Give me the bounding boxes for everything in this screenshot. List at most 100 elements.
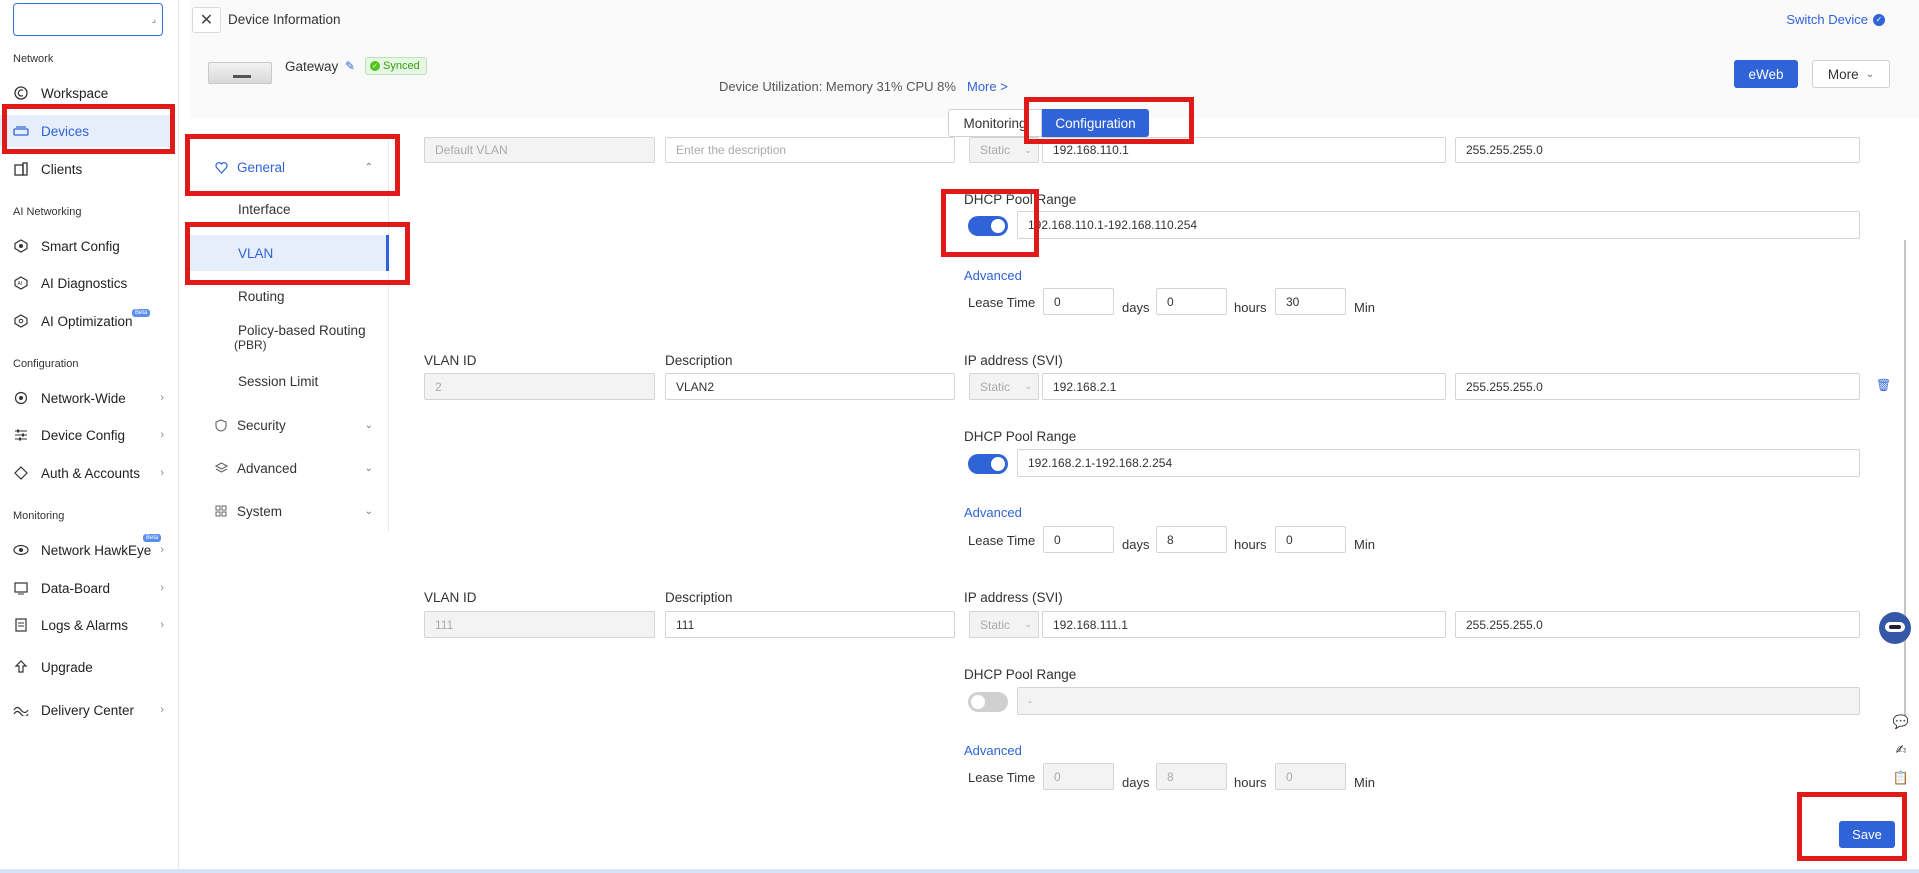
description-field[interactable]: 111 xyxy=(665,611,955,638)
dhcp-toggle[interactable] xyxy=(968,216,1008,236)
scrollbar[interactable] xyxy=(1904,240,1906,720)
description-field[interactable]: VLAN2 xyxy=(665,373,955,400)
switch-device-link[interactable]: Switch Device ✓ xyxy=(1786,12,1885,27)
feedback-icon[interactable]: ✍ xyxy=(1883,740,1919,760)
lease-min-field[interactable]: 30 xyxy=(1275,288,1346,315)
lease-days-field[interactable]: 0 xyxy=(1043,288,1114,315)
vlan-id-field[interactable]: 111 xyxy=(424,611,655,638)
nav-item-auth-accounts[interactable]: Auth & Accounts › xyxy=(0,457,172,489)
submenu-security[interactable]: Security ⌄ xyxy=(190,408,389,442)
check-icon: ✓ xyxy=(370,61,380,71)
ip-address-field[interactable]: 192.168.111.1 xyxy=(1042,611,1446,638)
submenu-general[interactable]: General ⌃ xyxy=(190,150,389,184)
hours-label: hours xyxy=(1234,537,1267,552)
dhcp-toggle[interactable] xyxy=(968,454,1008,474)
nav-item-ai-optimization[interactable]: AI Optimization Beta xyxy=(0,305,172,337)
nav-item-devices[interactable]: Devices xyxy=(0,115,172,147)
submenu-pbr[interactable]: Policy-based Routing (PBR) xyxy=(190,323,389,352)
lease-hours-field[interactable]: 8 xyxy=(1156,526,1227,553)
chevron-up-icon: ⌃ xyxy=(364,161,373,173)
dhcp-pool-field[interactable]: 192.168.2.1-192.168.2.254 xyxy=(1017,449,1860,477)
nav-item-network-wide[interactable]: Network-Wide › xyxy=(0,382,172,414)
device-utilization: Device Utilization: Memory 31% CPU 8% xyxy=(719,79,956,94)
ip-address-field[interactable]: 192.168.2.1 xyxy=(1042,373,1446,400)
vlan-id-field[interactable]: Default VLAN xyxy=(424,137,655,163)
lease-hours-field[interactable]: 8 xyxy=(1156,763,1227,790)
utilization-more-link[interactable]: More > xyxy=(967,79,1008,94)
data-board-icon xyxy=(13,580,29,596)
nav-item-delivery-center[interactable]: Delivery Center › xyxy=(0,694,172,726)
nav-item-smart-config[interactable]: Smart Config xyxy=(0,230,172,262)
vlan-id-field[interactable]: 2 xyxy=(424,373,655,400)
chevron-down-icon: ⌄ xyxy=(364,505,373,517)
nav-item-ai-diagnostics[interactable]: AI AI Diagnostics xyxy=(0,267,172,299)
delete-vlan-icon[interactable]: 🗑 xyxy=(1876,378,1891,392)
dhcp-pool-field[interactable]: 192.168.110.1-192.168.110.254 xyxy=(1017,211,1860,239)
nav-label: Logs & Alarms xyxy=(41,617,129,633)
pbr-label-line2: (PBR) xyxy=(234,338,267,352)
ip-mode-select[interactable]: Static ⌄ xyxy=(969,137,1039,163)
days-label: days xyxy=(1122,775,1150,790)
tab-monitoring[interactable]: Monitoring xyxy=(948,109,1042,137)
save-button[interactable]: Save xyxy=(1839,821,1895,848)
subnet-mask-field[interactable]: 255.255.255.0 xyxy=(1455,137,1860,163)
description-field[interactable]: Enter the description xyxy=(665,137,955,163)
ip-mode-label: Static xyxy=(980,143,1011,157)
device-config-icon xyxy=(13,427,29,443)
ip-svi-label: IP address (SVI) xyxy=(964,353,1063,368)
devices-icon xyxy=(13,123,29,139)
nav-label: AI Optimization xyxy=(41,313,133,329)
assistant-robot-icon[interactable] xyxy=(1879,612,1911,644)
nav-label: Upgrade xyxy=(41,659,93,675)
lease-days-field[interactable]: 0 xyxy=(1043,763,1114,790)
description-label: Description xyxy=(665,590,733,605)
submenu-label: Advanced xyxy=(237,460,298,476)
nav-item-clients[interactable]: Clients xyxy=(0,153,172,185)
chevron-down-icon: ⌄ xyxy=(1024,144,1032,155)
lease-min-field[interactable]: 0 xyxy=(1275,526,1346,553)
edit-icon[interactable]: ✎ xyxy=(345,59,355,73)
more-dropdown-button[interactable]: More ⌄ xyxy=(1812,60,1890,88)
nav-item-logs-alarms[interactable]: Logs & Alarms › xyxy=(0,609,172,641)
subnet-mask-field[interactable]: 255.255.255.0 xyxy=(1455,373,1860,400)
nav-item-device-config[interactable]: Device Config › xyxy=(0,419,172,451)
chevron-right-icon: › xyxy=(160,467,164,479)
chevron-right-icon: › xyxy=(160,392,164,404)
ip-address-field[interactable]: 192.168.110.1 xyxy=(1042,137,1446,163)
eweb-button[interactable]: eWeb xyxy=(1734,60,1798,88)
nav-item-network-hawkeye[interactable]: Network HawkEye Beta › xyxy=(0,534,172,566)
lease-hours-field[interactable]: 0 xyxy=(1156,288,1227,315)
dhcp-pool-field[interactable]: - xyxy=(1017,687,1860,715)
nav-section-network: Network xyxy=(13,53,54,65)
chat-icon[interactable]: 💬 xyxy=(1883,712,1919,732)
submenu-system[interactable]: System ⌄ xyxy=(190,494,389,528)
advanced-link[interactable]: Advanced xyxy=(964,505,1022,520)
tab-configuration[interactable]: Configuration xyxy=(1042,109,1149,137)
close-button[interactable]: ✕ xyxy=(192,7,221,33)
advanced-link[interactable]: Advanced xyxy=(964,743,1022,758)
submenu-advanced[interactable]: Advanced ⌄ xyxy=(190,451,389,485)
nav-label: Smart Config xyxy=(41,238,120,254)
ip-mode-label: Static xyxy=(980,617,1011,632)
nav-item-workspace[interactable]: Workspace xyxy=(0,77,172,109)
submenu-vlan[interactable]: VLAN xyxy=(190,235,389,271)
submenu-routing[interactable]: Routing xyxy=(190,289,389,304)
nav-search-input[interactable]: ⌟ xyxy=(13,3,163,36)
submenu-interface[interactable]: Interface xyxy=(190,202,389,217)
lease-days-field[interactable]: 0 xyxy=(1043,526,1114,553)
chevron-right-icon: › xyxy=(160,429,164,441)
ip-mode-select[interactable]: Static ⌄ xyxy=(969,373,1039,400)
nav-item-data-board[interactable]: Data-Board › xyxy=(0,572,172,604)
dhcp-toggle[interactable] xyxy=(968,692,1008,712)
dhcp-pool-label: DHCP Pool Range xyxy=(964,667,1077,682)
advanced-link[interactable]: Advanced xyxy=(964,268,1022,283)
nav-item-upgrade[interactable]: Upgrade xyxy=(0,651,172,683)
description-label: Description xyxy=(665,353,733,368)
ip-mode-select[interactable]: Static ⌄ xyxy=(969,611,1039,638)
beta-badge: Beta xyxy=(132,309,151,317)
subnet-mask-field[interactable]: 255.255.255.0 xyxy=(1455,611,1860,638)
chevron-down-icon: ⌄ xyxy=(1024,381,1032,391)
submenu-session-limit[interactable]: Session Limit xyxy=(190,374,389,389)
clipboard-icon[interactable]: 📋 xyxy=(1883,768,1919,788)
lease-min-field[interactable]: 0 xyxy=(1275,763,1346,790)
